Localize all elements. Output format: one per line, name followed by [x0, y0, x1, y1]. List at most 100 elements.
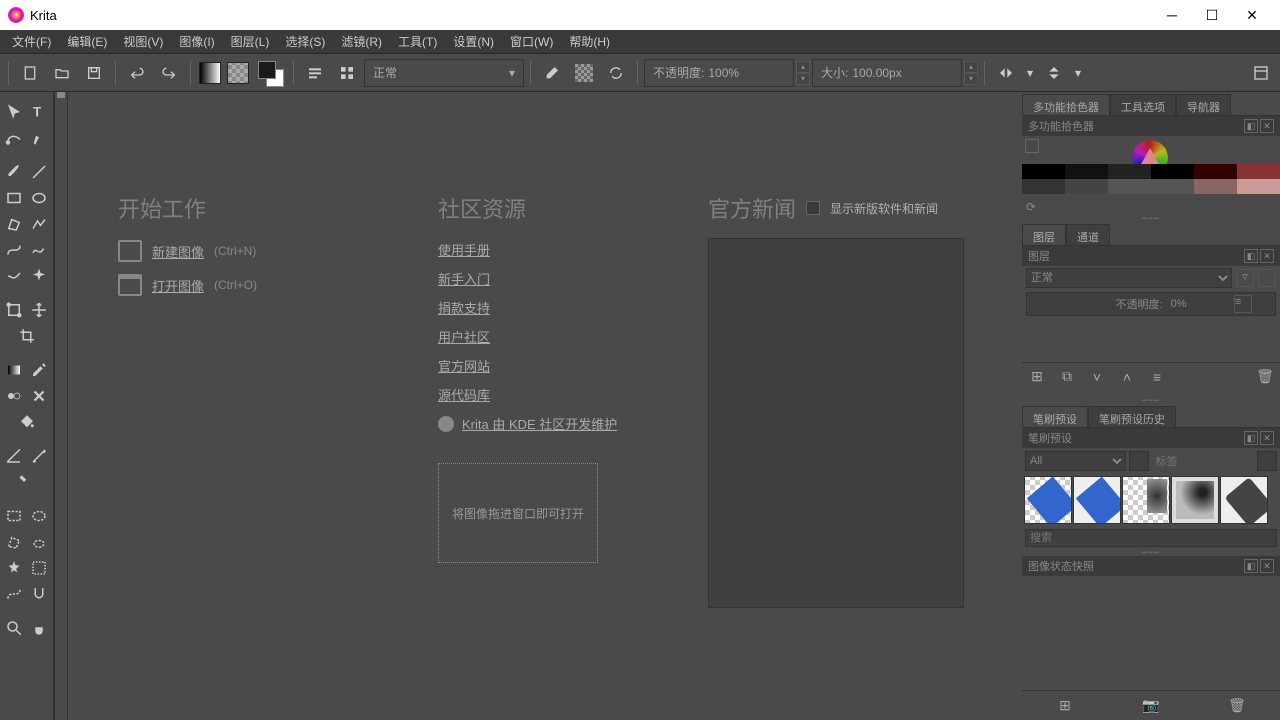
- redo-button[interactable]: [154, 58, 184, 88]
- brush-preset-thumb[interactable]: [1122, 476, 1170, 524]
- size-slider[interactable]: 大小:100.00px: [812, 59, 962, 87]
- dock-float-button[interactable]: ◧: [1244, 431, 1258, 445]
- dock-resize-handle[interactable]: ┅┅┅: [1022, 396, 1280, 404]
- layer-down-button[interactable]: ˅: [1088, 368, 1106, 386]
- brush-storage-icon[interactable]: [1257, 451, 1277, 471]
- snapshot-camera-button[interactable]: 📷: [1140, 695, 1162, 717]
- save-button[interactable]: [79, 58, 109, 88]
- tool-measure[interactable]: [28, 444, 52, 468]
- news-checkbox[interactable]: [806, 201, 820, 215]
- brush-preset-button[interactable]: [332, 58, 362, 88]
- dock-close-button[interactable]: ✕: [1260, 559, 1274, 573]
- tool-reference[interactable]: [15, 470, 39, 494]
- tab-layers[interactable]: 图层: [1022, 224, 1066, 245]
- tool-transform[interactable]: [2, 298, 26, 322]
- menu-filter[interactable]: 滤镜(R): [333, 30, 390, 53]
- tab-channels[interactable]: 通道: [1066, 224, 1110, 245]
- tool-calligraphy[interactable]: [28, 126, 52, 150]
- tool-bezier[interactable]: [2, 238, 26, 262]
- menu-view[interactable]: 视图(V): [115, 30, 171, 53]
- undo-button[interactable]: [122, 58, 152, 88]
- tool-select-polygon[interactable]: [2, 530, 26, 554]
- tool-brush[interactable]: [2, 160, 26, 184]
- opacity-slider[interactable]: 不透明度:100%: [644, 59, 794, 87]
- snapshot-add-button[interactable]: ⊞: [1054, 695, 1076, 717]
- tool-select-magnetic[interactable]: [28, 582, 52, 606]
- tool-line[interactable]: [28, 160, 52, 184]
- brush-search-input[interactable]: [1025, 529, 1277, 547]
- link-community[interactable]: 用户社区: [438, 327, 648, 346]
- brush-settings-button[interactable]: [300, 58, 330, 88]
- menu-settings[interactable]: 设置(N): [445, 30, 502, 53]
- delete-layer-button[interactable]: 🗑: [1256, 368, 1274, 386]
- add-layer-button[interactable]: ⊞: [1028, 368, 1046, 386]
- menu-edit[interactable]: 编辑(E): [59, 30, 115, 53]
- new-file-button[interactable]: [15, 58, 45, 88]
- brush-view-icon[interactable]: [1129, 451, 1149, 471]
- drop-zone[interactable]: 将图像拖进窗口即可打开: [438, 463, 598, 563]
- open-file-button[interactable]: [47, 58, 77, 88]
- brush-preset-thumb[interactable]: [1073, 476, 1121, 524]
- tool-assistant[interactable]: [2, 444, 26, 468]
- link-kde[interactable]: Krita 由 KDE 社区开发维护: [462, 414, 617, 433]
- tool-color-picker[interactable]: [28, 358, 52, 382]
- dock-close-button[interactable]: ✕: [1260, 119, 1274, 133]
- menu-select[interactable]: 选择(S): [277, 30, 333, 53]
- menu-tools[interactable]: 工具(T): [390, 30, 445, 53]
- link-manual[interactable]: 使用手册: [438, 240, 648, 259]
- tool-edit-shape[interactable]: [2, 126, 26, 150]
- brush-preset-thumb[interactable]: [1024, 476, 1072, 524]
- link-getting-started[interactable]: 新手入门: [438, 269, 648, 288]
- dock-float-button[interactable]: ◧: [1244, 249, 1258, 263]
- new-image-item[interactable]: 新建图像 (Ctrl+N): [118, 240, 378, 262]
- left-scrollbar[interactable]: [54, 92, 68, 720]
- dock-float-button[interactable]: ◧: [1244, 559, 1258, 573]
- open-image-item[interactable]: 打开图像 (Ctrl+O): [118, 274, 378, 296]
- layer-properties-button[interactable]: ≡: [1148, 368, 1166, 386]
- size-spinner[interactable]: ▴▾: [964, 61, 978, 85]
- brush-tag-filter[interactable]: All: [1025, 451, 1126, 471]
- dock-float-button[interactable]: ◧: [1244, 119, 1258, 133]
- tool-zoom[interactable]: [2, 616, 26, 640]
- tool-polygon[interactable]: [2, 212, 26, 236]
- layer-thumb-icon[interactable]: [1258, 269, 1276, 287]
- duplicate-layer-button[interactable]: ⧉: [1058, 368, 1076, 386]
- mirror-h-button[interactable]: [991, 58, 1021, 88]
- eraser-mode-button[interactable]: [537, 58, 567, 88]
- mirror-v-button[interactable]: [1039, 58, 1069, 88]
- menu-image[interactable]: 图像(I): [171, 30, 222, 53]
- tool-ellipse[interactable]: [28, 186, 52, 210]
- tool-text[interactable]: T: [28, 100, 52, 124]
- layer-menu-icon[interactable]: ≡: [1234, 295, 1252, 313]
- brush-preset-thumb[interactable]: [1171, 476, 1219, 524]
- layer-filter-icon[interactable]: ▿: [1236, 269, 1254, 287]
- mirror-h-dropdown[interactable]: ▾: [1023, 58, 1037, 88]
- refresh-icon[interactable]: ⟳: [1026, 200, 1036, 214]
- alpha-lock-button[interactable]: [569, 58, 599, 88]
- layer-up-button[interactable]: ˄: [1118, 368, 1136, 386]
- tool-select-similar[interactable]: [28, 556, 52, 580]
- tab-color-picker[interactable]: 多功能拾色器: [1022, 94, 1110, 115]
- maximize-button[interactable]: ☐: [1192, 0, 1232, 30]
- tool-move-cursor[interactable]: [2, 100, 26, 124]
- tool-fill[interactable]: [15, 410, 39, 434]
- gradient-button[interactable]: [197, 58, 223, 88]
- workspace-button[interactable]: [1246, 58, 1276, 88]
- color-list-icon[interactable]: [1025, 139, 1039, 153]
- link-donate[interactable]: 捐款支持: [438, 298, 648, 317]
- minimize-button[interactable]: ─: [1152, 0, 1192, 30]
- tab-brush-history[interactable]: 笔刷预设历史: [1088, 406, 1176, 427]
- menu-window[interactable]: 窗口(W): [502, 30, 561, 53]
- color-picker-panel[interactable]: ⟳: [1022, 136, 1280, 214]
- menu-file[interactable]: 文件(F): [4, 30, 59, 53]
- tool-dynamic-brush[interactable]: [2, 264, 26, 288]
- tool-pan[interactable]: [28, 616, 52, 640]
- link-source[interactable]: 源代码库: [438, 385, 648, 404]
- brush-preset-thumb[interactable]: [1220, 476, 1268, 524]
- color-swatch-button[interactable]: [253, 58, 287, 88]
- tool-gradient[interactable]: [2, 358, 26, 382]
- layer-opacity-slider[interactable]: 不透明度:0% ≡: [1026, 292, 1276, 316]
- dock-resize-handle[interactable]: ┅┅┅: [1022, 214, 1280, 222]
- tool-colorize[interactable]: [2, 384, 26, 408]
- tool-crop[interactable]: [15, 324, 39, 348]
